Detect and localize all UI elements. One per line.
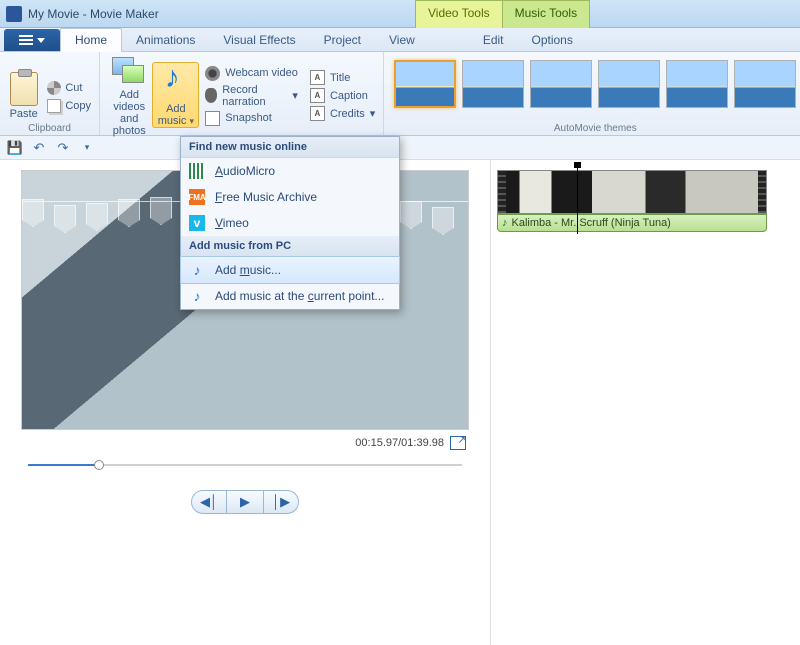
copy-icon [47, 99, 61, 113]
vimeo-icon: v [189, 215, 205, 231]
music-note-icon: ♪ [189, 262, 205, 278]
timeline-pane[interactable]: ♪ Kalimba - Mr. Scruff (Ninja Tuna) [490, 160, 800, 645]
automovie-theme-3[interactable] [530, 60, 592, 108]
seek-slider[interactable] [28, 458, 462, 472]
title-bar: My Movie - Movie Maker Video Tools Music… [0, 0, 800, 28]
main-area: 00:15.97/01:39.98 ◀│ ▶ │▶ ♪ Kalimba - Mr… [0, 160, 800, 645]
tab-visual-effects[interactable]: Visual Effects [209, 29, 309, 51]
record-narration-button[interactable]: Record narration ▾ [203, 83, 300, 109]
music-note-icon: ♪ [502, 217, 508, 229]
tab-home[interactable]: Home [60, 28, 122, 52]
camera-icon [205, 111, 220, 126]
menu-bars-icon [19, 35, 33, 45]
window-title: My Movie - Movie Maker [28, 7, 159, 21]
microphone-icon [205, 88, 217, 103]
timeline-video-clip[interactable] [497, 170, 767, 214]
music-note-icon [161, 67, 191, 101]
tab-options[interactable]: Options [518, 29, 587, 51]
tab-view[interactable]: View [375, 29, 429, 51]
next-frame-button[interactable]: │▶ [263, 490, 299, 514]
group-label-automovie: AutoMovie themes [384, 123, 800, 134]
cut-button[interactable]: Cut [45, 80, 93, 96]
webcam-icon [205, 66, 220, 81]
dropdown-header-pc: Add music from PC [181, 236, 399, 257]
credits-button[interactable]: ACredits ▾ [308, 105, 377, 122]
scissors-icon [47, 81, 61, 95]
automovie-theme-1[interactable] [394, 60, 456, 108]
webcam-video-button[interactable]: Webcam video [203, 65, 300, 82]
automovie-theme-5[interactable] [666, 60, 728, 108]
qat-customize[interactable]: ▾ [78, 139, 96, 157]
clipboard-icon [10, 72, 38, 106]
save-button[interactable]: 💾 [6, 139, 24, 157]
dropdown-item-free-music-archive[interactable]: FMAFree Music Archive [181, 184, 399, 210]
tab-animations[interactable]: Animations [122, 29, 209, 51]
chevron-down-icon [37, 38, 45, 43]
app-icon [6, 6, 22, 22]
add-music-dropdown: Find new music online AudioMicro FMAFree… [180, 136, 400, 310]
tab-project[interactable]: Project [310, 29, 375, 51]
automovie-theme-6[interactable] [734, 60, 796, 108]
automovie-theme-2[interactable] [462, 60, 524, 108]
caption-button[interactable]: ACaption [308, 87, 377, 104]
dropdown-item-add-music-current[interactable]: ♪Add music at the current point... [181, 283, 399, 309]
title-button[interactable]: ATitle [308, 69, 377, 86]
dropdown-item-add-music[interactable]: ♪Add music... [180, 256, 400, 284]
paste-label: Paste [6, 108, 41, 120]
photos-icon [112, 57, 146, 87]
timecode: 00:15.97/01:39.98 [355, 437, 444, 449]
music-note-icon: ♪ [189, 288, 205, 304]
dropdown-item-vimeo[interactable]: vVimeo [181, 210, 399, 236]
undo-button[interactable]: ↶ [30, 139, 48, 157]
chevron-down-icon: ▾ [190, 116, 195, 126]
fma-icon: FMA [189, 189, 205, 205]
dropdown-item-audiomicro[interactable]: AudioMicro [181, 158, 399, 184]
copy-button[interactable]: Copy [45, 98, 93, 114]
timeline-music-clip[interactable]: ♪ Kalimba - Mr. Scruff (Ninja Tuna) [497, 214, 767, 232]
automovie-theme-4[interactable] [598, 60, 660, 108]
tab-strip: Home Animations Visual Effects Project V… [0, 28, 800, 52]
quick-access-toolbar: 💾 ↶ ↷ ▾ [0, 136, 800, 160]
context-tab-video-tools[interactable]: Video Tools [415, 0, 503, 28]
playhead[interactable] [577, 164, 578, 234]
snapshot-button[interactable]: Snapshot [203, 110, 300, 127]
music-clip-label: Kalimba - Mr. Scruff (Ninja Tuna) [512, 217, 671, 229]
dropdown-header-online: Find new music online [181, 137, 399, 158]
add-videos-photos-button[interactable]: Add videos and photos [106, 53, 152, 137]
title-icon: A [310, 70, 325, 85]
paste-button[interactable]: Paste [6, 70, 41, 120]
credits-icon: A [310, 106, 325, 121]
tab-edit[interactable]: Edit [469, 29, 518, 51]
previous-frame-button[interactable]: ◀│ [191, 490, 227, 514]
audiomicro-icon [189, 163, 205, 179]
fullscreen-button[interactable] [450, 436, 466, 450]
ribbon: Paste Cut Copy Clipboard Add videos and … [0, 52, 800, 136]
group-label-clipboard: Clipboard [0, 123, 99, 134]
file-menu-button[interactable] [4, 29, 60, 51]
add-music-button[interactable]: Add music ▾ [152, 62, 199, 128]
context-tab-music-tools[interactable]: Music Tools [503, 0, 590, 28]
play-button[interactable]: ▶ [227, 490, 263, 514]
caption-icon: A [310, 88, 325, 103]
redo-button[interactable]: ↷ [54, 139, 72, 157]
